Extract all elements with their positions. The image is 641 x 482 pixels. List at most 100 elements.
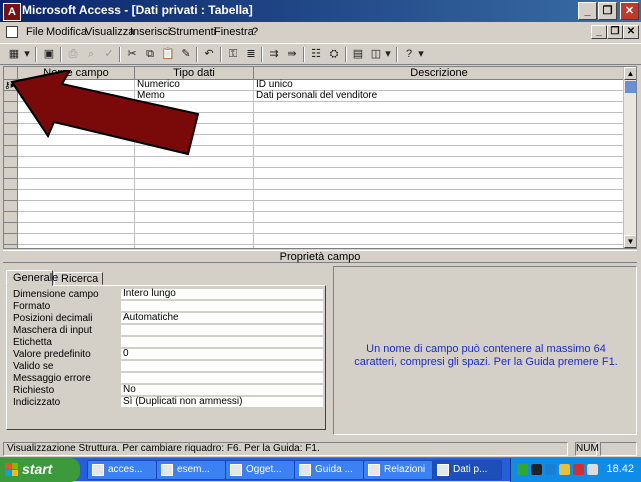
- access-key-icon[interactable]: A: [3, 3, 21, 21]
- minimize-button[interactable]: _: [578, 2, 597, 20]
- mdi-close-button[interactable]: ✕: [623, 25, 639, 39]
- data-type-cell[interactable]: [135, 245, 254, 248]
- row-selector[interactable]: [4, 179, 18, 190]
- menu-modifica[interactable]: Modifica: [46, 26, 87, 38]
- field-name-cell[interactable]: [18, 223, 135, 234]
- description-cell[interactable]: [254, 168, 625, 179]
- field-name-cell[interactable]: [18, 245, 135, 248]
- undo-icon[interactable]: ↶: [200, 46, 218, 63]
- empty-table-row[interactable]: [4, 245, 625, 248]
- view-dropdown-icon[interactable]: ▾: [22, 46, 32, 63]
- data-type-cell[interactable]: [135, 190, 254, 201]
- property-value-field[interactable]: [121, 325, 323, 336]
- scroll-up-icon[interactable]: ▲: [624, 67, 636, 80]
- row-selector[interactable]: [4, 245, 18, 248]
- description-cell[interactable]: [254, 201, 625, 212]
- data-type-cell[interactable]: [135, 179, 254, 190]
- start-button[interactable]: start: [0, 458, 80, 482]
- data-type-cell[interactable]: [135, 212, 254, 223]
- taskbar-button-relazioni[interactable]: Relazioni: [363, 460, 433, 480]
- indexes-icon[interactable]: ≣: [242, 46, 260, 63]
- field-name-cell[interactable]: [18, 212, 135, 223]
- save-icon[interactable]: ▣: [40, 46, 58, 63]
- table-icon[interactable]: [6, 26, 18, 38]
- print-preview-icon[interactable]: ⌕: [82, 46, 100, 63]
- scroll-thumb[interactable]: [625, 81, 636, 93]
- properties-icon[interactable]: ☷: [307, 46, 325, 63]
- close-button[interactable]: ✕: [620, 2, 639, 20]
- help-dropdown-icon[interactable]: ▾: [416, 46, 426, 63]
- format-painter-icon[interactable]: ✎: [177, 46, 195, 63]
- data-type-cell[interactable]: [135, 201, 254, 212]
- menu-inserisci[interactable]: Inserisci: [130, 26, 170, 38]
- grid-vertical-scrollbar[interactable]: ▲ ▼: [623, 67, 636, 248]
- empty-table-row[interactable]: [4, 223, 625, 234]
- tray-alert-icon[interactable]: [573, 464, 584, 475]
- row-selector[interactable]: [4, 201, 18, 212]
- insert-rows-icon[interactable]: ⇉: [265, 46, 283, 63]
- empty-table-row[interactable]: [4, 168, 625, 179]
- row-selector[interactable]: [4, 212, 18, 223]
- empty-table-row[interactable]: [4, 212, 625, 223]
- description-cell[interactable]: [254, 113, 625, 124]
- taskbar-button-esempio[interactable]: esem...: [156, 460, 226, 480]
- tray-connection-icon[interactable]: [545, 464, 556, 475]
- view-icon[interactable]: ▦: [5, 46, 23, 63]
- data-type-cell[interactable]: [135, 234, 254, 245]
- description-cell[interactable]: [254, 146, 625, 157]
- empty-table-row[interactable]: [4, 234, 625, 245]
- restore-button[interactable]: ❐: [598, 2, 617, 20]
- property-value-field[interactable]: 0: [121, 349, 323, 360]
- tray-network-icon[interactable]: [517, 464, 528, 475]
- scroll-down-icon[interactable]: ▼: [624, 235, 636, 248]
- row-selector[interactable]: [4, 234, 18, 245]
- tab-ricerca[interactable]: Ricerca: [54, 272, 103, 285]
- row-selector[interactable]: [4, 223, 18, 234]
- taskbar-button-oggetti[interactable]: Ogget...: [225, 460, 295, 480]
- column-header-description[interactable]: Descrizione: [254, 67, 625, 80]
- row-selector[interactable]: [4, 190, 18, 201]
- property-value-field[interactable]: [121, 361, 323, 372]
- field-name-cell[interactable]: [18, 201, 135, 212]
- row-selector[interactable]: [4, 168, 18, 179]
- menu-help[interactable]: ?: [252, 26, 258, 38]
- description-cell[interactable]: [254, 245, 625, 248]
- data-type-cell[interactable]: [135, 223, 254, 234]
- description-cell[interactable]: [254, 179, 625, 190]
- taskbar-button-access[interactable]: acces...: [87, 460, 157, 480]
- menu-visualizza[interactable]: Visualizza: [85, 26, 134, 38]
- mdi-minimize-button[interactable]: _: [591, 25, 607, 39]
- field-name-cell[interactable]: [18, 234, 135, 245]
- empty-table-row[interactable]: [4, 190, 625, 201]
- cut-icon[interactable]: ✂: [123, 46, 141, 63]
- description-cell[interactable]: Dati personali del venditore: [254, 91, 625, 102]
- description-cell[interactable]: [254, 190, 625, 201]
- delete-rows-icon[interactable]: ⇛: [283, 46, 301, 63]
- database-window-icon[interactable]: ▤: [349, 46, 367, 63]
- property-value-field[interactable]: [121, 373, 323, 384]
- property-value-field[interactable]: Intero lungo: [121, 289, 323, 300]
- primary-key-icon[interactable]: ⚿: [224, 46, 242, 63]
- property-value-field[interactable]: Sì (Duplicati non ammessi): [121, 397, 323, 408]
- property-value-field[interactable]: Automatiche: [121, 313, 323, 324]
- property-value-field[interactable]: [121, 301, 323, 312]
- copy-icon[interactable]: ⧉: [141, 46, 159, 63]
- menu-finestra[interactable]: Finestra: [214, 26, 254, 38]
- tray-volume-icon[interactable]: [587, 464, 598, 475]
- print-icon[interactable]: ⎙: [64, 46, 82, 63]
- property-value-field[interactable]: No: [121, 385, 323, 396]
- description-cell[interactable]: [254, 223, 625, 234]
- taskbar-button-guida[interactable]: Guida ...: [294, 460, 364, 480]
- description-cell[interactable]: [254, 234, 625, 245]
- paste-icon[interactable]: 📋: [159, 46, 177, 63]
- description-cell[interactable]: [254, 135, 625, 146]
- data-type-cell[interactable]: [135, 168, 254, 179]
- mdi-restore-button[interactable]: ❐: [607, 25, 623, 39]
- field-name-cell[interactable]: [18, 179, 135, 190]
- description-cell[interactable]: [254, 124, 625, 135]
- taskbar-button-dati-privati[interactable]: Dati p...: [432, 460, 502, 480]
- tray-monitor-icon[interactable]: [559, 464, 570, 475]
- property-value-field[interactable]: [121, 337, 323, 348]
- tab-generale[interactable]: Generale: [6, 270, 58, 286]
- field-name-cell[interactable]: [18, 190, 135, 201]
